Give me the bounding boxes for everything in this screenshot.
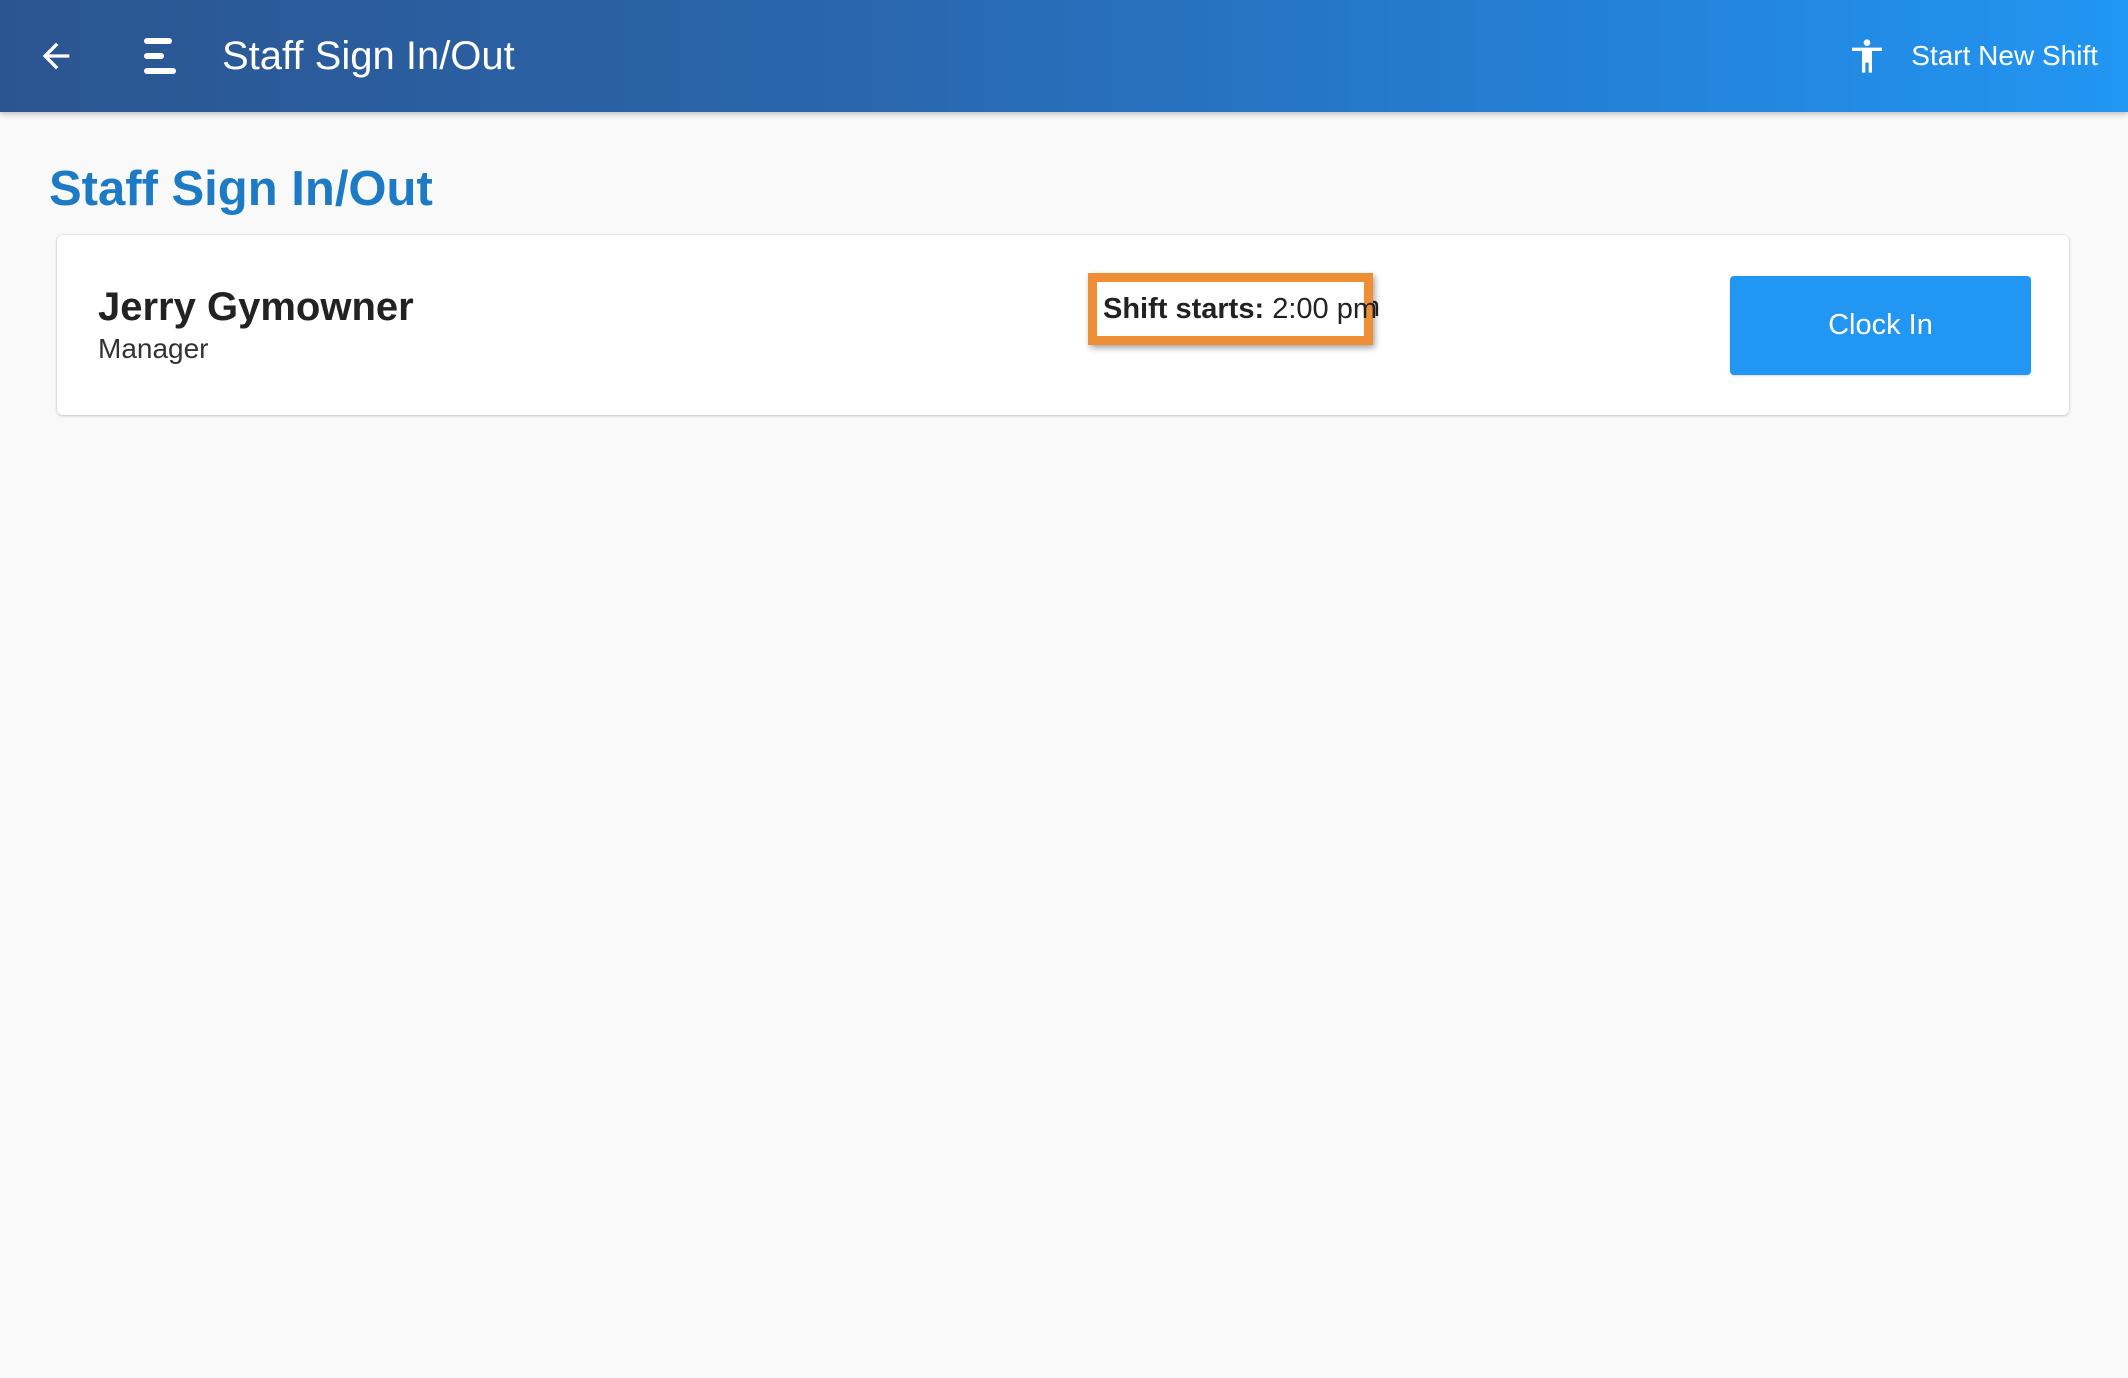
staff-name: Jerry Gymowner — [98, 285, 414, 329]
clock-in-button[interactable]: Clock In — [1730, 276, 2031, 375]
menu-button[interactable] — [126, 22, 194, 90]
start-new-shift-label: Start New Shift — [1911, 40, 2098, 71]
start-new-shift-button[interactable]: Start New Shift — [1843, 28, 2098, 84]
staff-card: Jerry Gymowner Manager Shift starts: 2:0… — [57, 235, 2069, 415]
back-button[interactable] — [22, 22, 90, 90]
accessibility-person-icon — [1843, 32, 1891, 80]
highlight-content: Shift starts: 2:00 pm — [1097, 282, 1377, 336]
shift-start-highlight: Shift starts: 2:00 pm — [1088, 273, 1377, 345]
arrow-left-icon — [42, 42, 70, 70]
staff-role: Manager — [98, 333, 209, 364]
app-bar-title: Staff Sign In/Out — [222, 34, 515, 78]
page-title: Staff Sign In/Out — [49, 162, 433, 216]
highlight-shift-start-value: 2:00 pm — [1272, 292, 1377, 325]
highlight-shift-start-label: Shift starts: — [1103, 292, 1265, 325]
menu-icon — [144, 38, 176, 74]
app-bar: Staff Sign In/Out Start New Shift — [0, 0, 2128, 112]
